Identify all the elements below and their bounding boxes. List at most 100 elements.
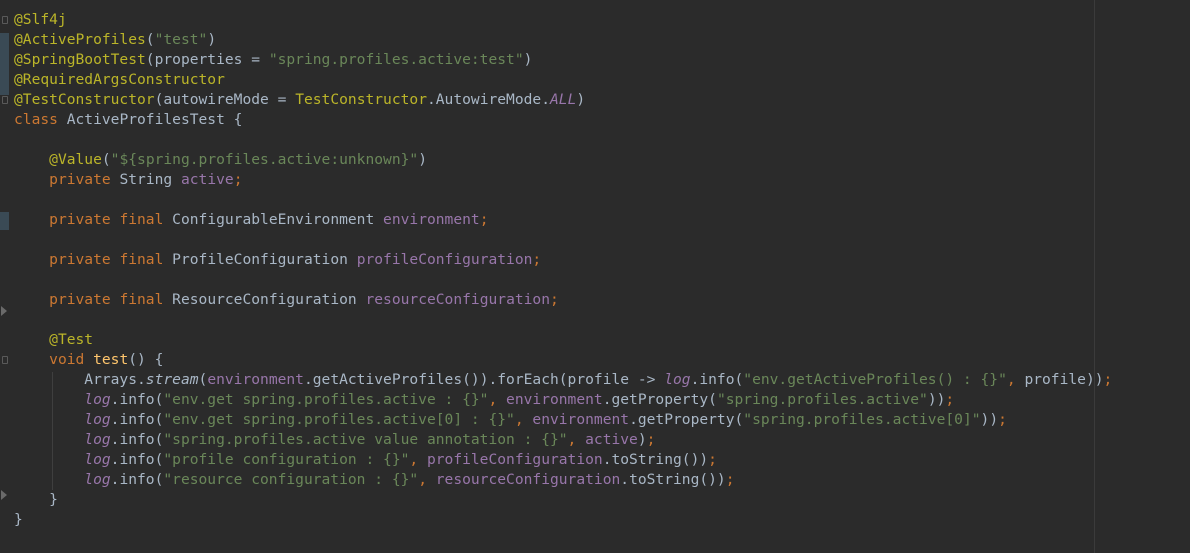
code-token: resourceConfiguration bbox=[435, 471, 621, 488]
code-line[interactable]: @ActiveProfiles("test") bbox=[14, 30, 1112, 50]
code-token: log bbox=[84, 451, 111, 468]
code-token: @Value bbox=[49, 151, 102, 168]
code-token: , bbox=[418, 471, 436, 488]
fold-icon[interactable] bbox=[2, 96, 8, 104]
code-token: , bbox=[1006, 371, 1025, 388]
code-token: ; bbox=[945, 391, 955, 408]
code-line[interactable] bbox=[14, 310, 1112, 330]
code-token: "env.get spring.profiles.active : {}" bbox=[163, 391, 489, 408]
code-token: .getProperty( bbox=[629, 411, 744, 428]
code-token: private final bbox=[49, 251, 164, 268]
fold-icon[interactable] bbox=[2, 16, 8, 24]
code-token: (properties = bbox=[145, 51, 269, 68]
code-token: ) bbox=[207, 31, 217, 48]
code-token: @TestConstructor bbox=[14, 91, 155, 108]
code-line[interactable]: @Test bbox=[14, 330, 1112, 350]
gutter-caret-icon[interactable] bbox=[1, 490, 7, 500]
code-line[interactable]: void test() { bbox=[14, 350, 1112, 370]
code-line[interactable]: log.info("profile configuration : {}", p… bbox=[14, 450, 1112, 470]
code-token: ) bbox=[637, 431, 647, 448]
code-line[interactable]: private final ProfileConfiguration profi… bbox=[14, 250, 1112, 270]
code-token: ProfileConfiguration bbox=[163, 251, 357, 268]
code-token: "spring.profiles.active" bbox=[716, 391, 928, 408]
code-token: @ActiveProfiles bbox=[14, 31, 146, 48]
code-token: , bbox=[514, 411, 533, 428]
code-token: private bbox=[49, 171, 111, 188]
code-line[interactable]: private final ResourceConfiguration reso… bbox=[14, 290, 1112, 310]
code-token: String bbox=[110, 171, 181, 188]
code-token: } bbox=[14, 511, 23, 528]
fold-icon[interactable] bbox=[2, 356, 8, 364]
change-marker bbox=[0, 33, 9, 95]
code-token: ( bbox=[145, 31, 155, 48]
code-token: "env.getActiveProfiles() : {}" bbox=[743, 371, 1007, 388]
code-token: "spring.profiles.active:test" bbox=[268, 51, 524, 68]
code-token: profileConfiguration bbox=[426, 451, 603, 468]
code-token: "${spring.profiles.active:unknown}" bbox=[110, 151, 419, 168]
code-line[interactable]: } bbox=[14, 490, 1112, 510]
code-line[interactable]: log.info("env.get spring.profiles.active… bbox=[14, 390, 1112, 410]
code-token: environment bbox=[506, 391, 603, 408]
code-token: .toString()) bbox=[620, 471, 726, 488]
code-token: )) bbox=[927, 391, 946, 408]
code-line[interactable]: @SpringBootTest(properties = "spring.pro… bbox=[14, 50, 1112, 70]
code-token: ; bbox=[725, 471, 735, 488]
code-token: .getProperty( bbox=[602, 391, 717, 408]
code-line[interactable]: class ActiveProfilesTest { bbox=[14, 110, 1112, 130]
code-token: environment bbox=[383, 211, 480, 228]
code-line[interactable] bbox=[14, 270, 1112, 290]
code-line[interactable]: @Value("${spring.profiles.active:unknown… bbox=[14, 150, 1112, 170]
code-token: test bbox=[93, 351, 129, 368]
code-token: , bbox=[567, 431, 586, 448]
code-token: profileConfiguration bbox=[356, 251, 533, 268]
code-token: @Slf4j bbox=[14, 11, 67, 28]
editor-gutter bbox=[0, 0, 9, 553]
code-token: ) bbox=[418, 151, 427, 168]
code-line[interactable]: log.info("env.get spring.profiles.active… bbox=[14, 410, 1112, 430]
code-token: log bbox=[664, 371, 691, 388]
code-line[interactable]: log.info("spring.profiles.active value a… bbox=[14, 430, 1112, 450]
code-token: .AutowireMode. bbox=[426, 91, 550, 108]
code-token: log bbox=[84, 431, 111, 448]
code-token: ConfigurableEnvironment bbox=[163, 211, 384, 228]
code-token: ResourceConfiguration bbox=[163, 291, 366, 308]
code-line[interactable]: private String active; bbox=[14, 170, 1112, 190]
code-token: ; bbox=[550, 291, 559, 308]
code-token: .toString()) bbox=[602, 451, 709, 468]
code-token: log bbox=[84, 391, 111, 408]
code-line[interactable]: private final ConfigurableEnvironment en… bbox=[14, 210, 1112, 230]
code-token: active bbox=[585, 431, 638, 448]
code-editor[interactable]: @Slf4j @ActiveProfiles("test") @SpringBoot… bbox=[14, 10, 1112, 530]
code-token: Arrays. bbox=[14, 371, 146, 388]
code-line[interactable] bbox=[14, 190, 1112, 210]
gutter-caret-icon[interactable] bbox=[1, 306, 7, 316]
code-line[interactable]: @Slf4j bbox=[14, 10, 1112, 30]
code-line[interactable]: } bbox=[14, 510, 1112, 530]
code-token: )) bbox=[980, 411, 999, 428]
code-line[interactable] bbox=[14, 230, 1112, 250]
code-token: ; bbox=[233, 171, 243, 188]
code-token: "resource configuration : {}" bbox=[163, 471, 419, 488]
code-line[interactable]: @TestConstructor(autowireMode = TestCons… bbox=[14, 90, 1112, 110]
code-token: @SpringBootTest bbox=[14, 51, 146, 68]
code-token: log bbox=[84, 411, 111, 428]
code-line[interactable] bbox=[14, 130, 1112, 150]
code-token: profile)) bbox=[1024, 371, 1104, 388]
code-line[interactable]: log.info("resource configuration : {}", … bbox=[14, 470, 1112, 490]
code-token: (autowireMode = bbox=[154, 91, 296, 108]
code-line[interactable]: Arrays.stream(environment.getActiveProfi… bbox=[14, 370, 1112, 390]
code-line[interactable]: @RequiredArgsConstructor bbox=[14, 70, 1112, 90]
code-token: .getActiveProfiles()).forEach(profile -> bbox=[303, 371, 665, 388]
code-token: "env.get spring.profiles.active[0] : {}" bbox=[163, 411, 515, 428]
